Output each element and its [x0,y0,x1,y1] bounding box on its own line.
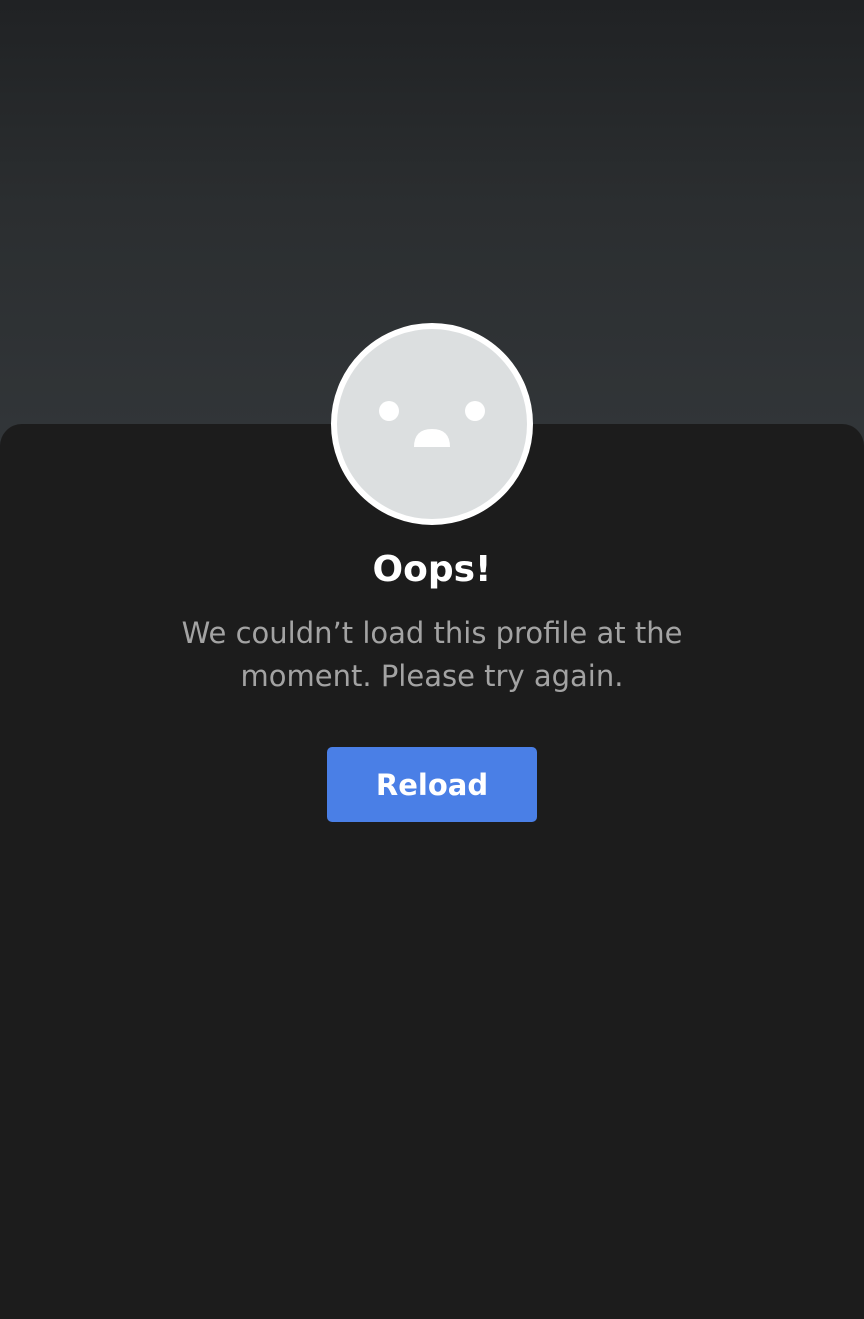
reload-button[interactable]: Reload [327,747,537,822]
sad-face-icon [379,401,485,447]
error-title: Oops! [372,549,492,590]
error-message: We couldn’t load this profile at the mom… [181,616,683,693]
avatar-placeholder [331,323,533,525]
error-screen: Oops! We couldn’t load this profile at t… [0,0,864,1319]
